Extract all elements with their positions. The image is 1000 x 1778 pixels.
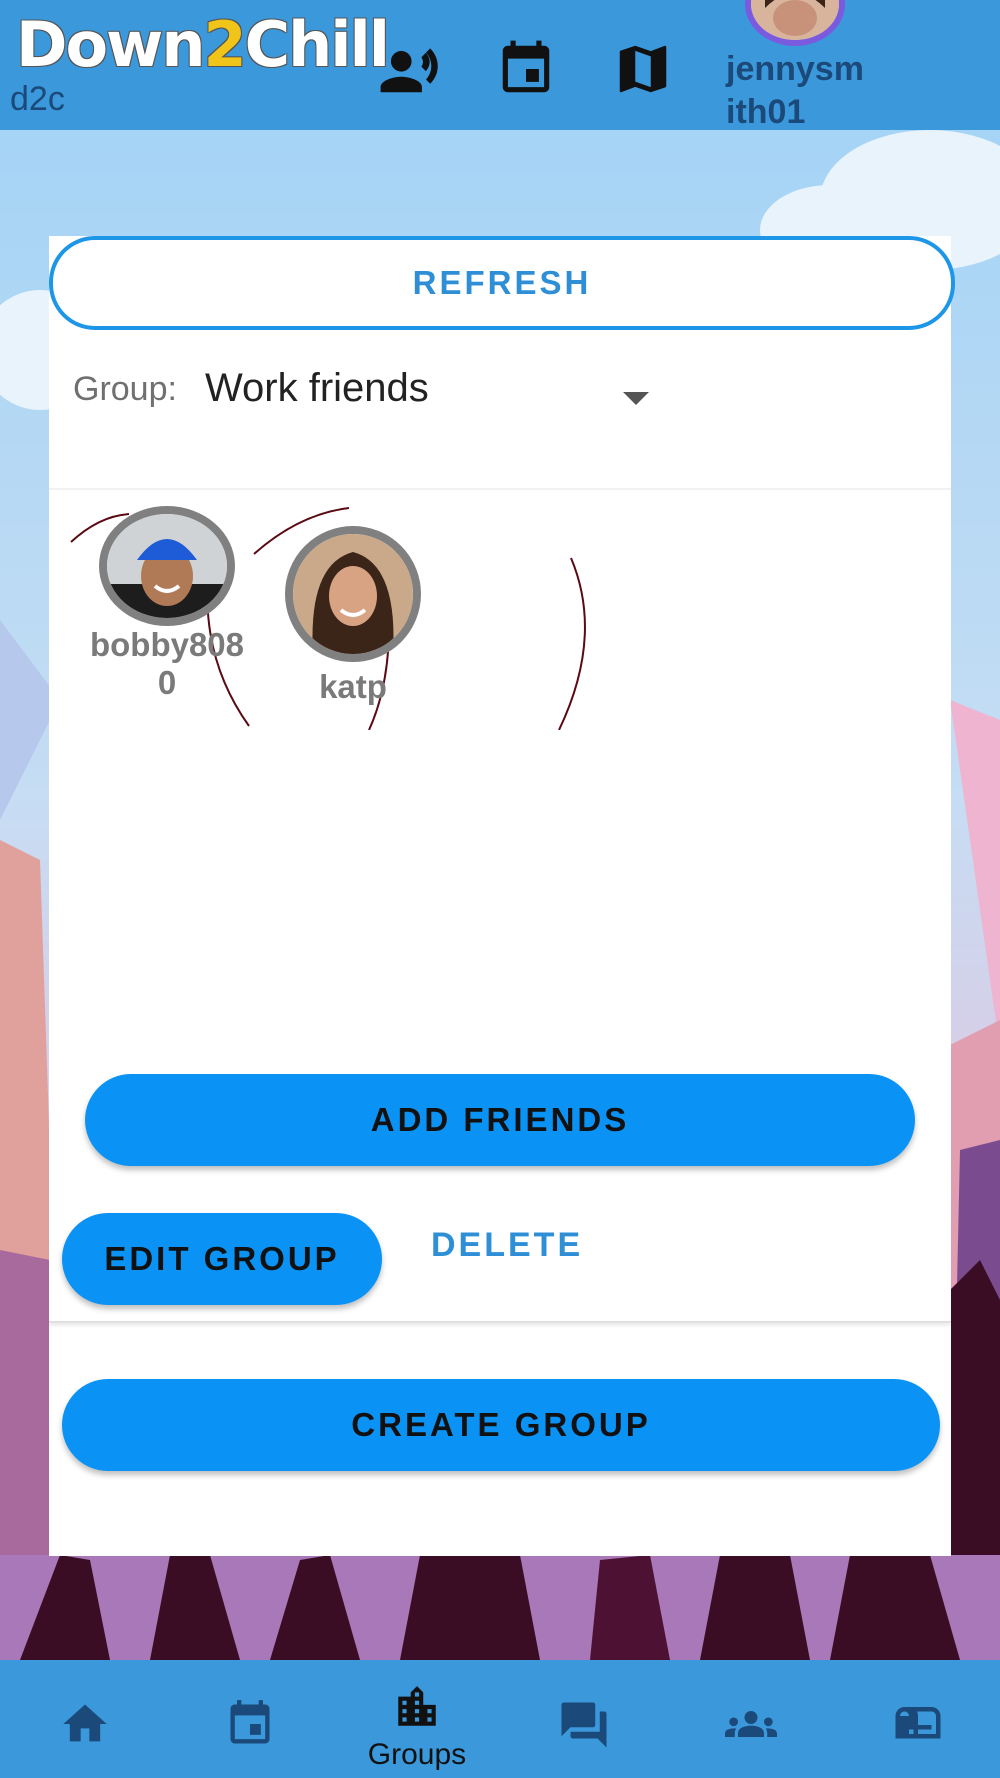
refresh-button[interactable]: REFRESH xyxy=(49,236,955,330)
broadcast-icon[interactable] xyxy=(378,38,440,100)
add-friends-button[interactable]: ADD FRIENDS xyxy=(85,1074,915,1166)
nav-home[interactable] xyxy=(15,1660,155,1778)
top-app-bar: Down2Chill d2c jennysmith01 xyxy=(0,0,1000,131)
user-avatar[interactable] xyxy=(745,0,845,46)
member-avatar[interactable] xyxy=(285,526,421,662)
divider xyxy=(49,1321,951,1323)
nav-groups[interactable]: Groups xyxy=(347,1660,487,1778)
nav-chat[interactable] xyxy=(514,1660,654,1778)
people-icon xyxy=(725,1711,777,1737)
username-label[interactable]: jennysmith01 xyxy=(726,48,866,134)
nav-mailbox[interactable] xyxy=(848,1660,988,1778)
group-card: REFRESH Group: Work friends bobby8080 ka… xyxy=(49,236,955,1556)
city-icon xyxy=(398,1686,436,1726)
map-icon[interactable] xyxy=(612,38,674,100)
calendar-icon xyxy=(230,1700,270,1744)
nav-calendar[interactable] xyxy=(180,1660,320,1778)
app-logo-subtitle: d2c xyxy=(10,80,65,118)
bottom-navigation: Groups xyxy=(0,1660,1000,1778)
divider xyxy=(49,488,951,490)
delete-button[interactable]: DELETE xyxy=(431,1226,583,1265)
group-select-value[interactable]: Work friends xyxy=(205,366,429,411)
calendar-icon[interactable] xyxy=(495,38,557,100)
member-list: bobby8080 katp xyxy=(49,506,951,730)
mailbox-icon xyxy=(895,1707,941,1739)
group-selector[interactable]: Group: Work friends xyxy=(73,366,673,416)
app-logo[interactable]: Down2Chill xyxy=(16,14,390,76)
create-group-button[interactable]: CREATE GROUP xyxy=(62,1379,940,1471)
nav-friends[interactable] xyxy=(681,1660,821,1778)
home-icon xyxy=(63,1704,107,1742)
dropdown-arrow-icon[interactable] xyxy=(623,392,649,405)
member-item[interactable]: katp xyxy=(285,526,421,706)
member-name: bobby8080 xyxy=(89,626,245,701)
member-name: katp xyxy=(319,668,387,705)
edit-group-button[interactable]: EDIT GROUP xyxy=(62,1213,382,1305)
member-avatar[interactable] xyxy=(99,506,235,626)
member-item[interactable]: bobby8080 xyxy=(89,506,245,702)
group-label: Group: xyxy=(73,370,177,408)
nav-groups-label: Groups xyxy=(367,1738,467,1771)
chat-icon xyxy=(561,1702,607,1748)
